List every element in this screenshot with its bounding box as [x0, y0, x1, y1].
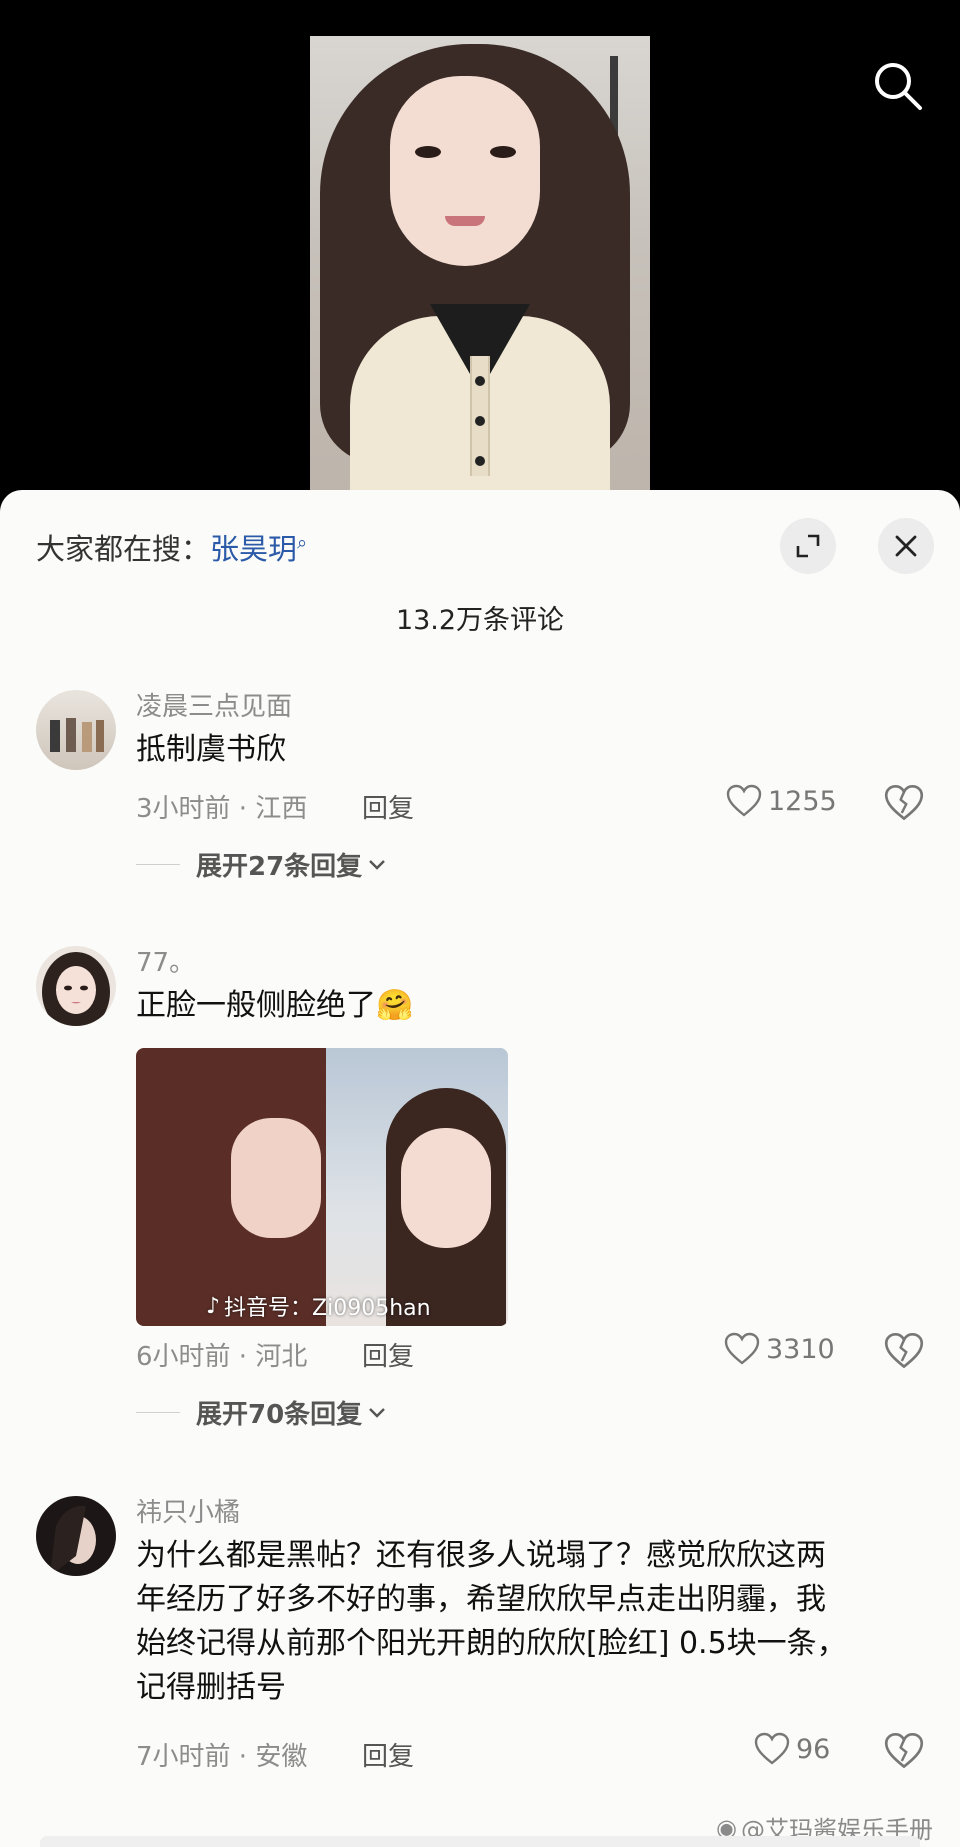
broken-heart-icon [884, 1732, 924, 1769]
video-person-lips [445, 216, 485, 226]
comment-image[interactable]: ♪ 抖音号：Zi0905han [136, 1048, 508, 1326]
comment-meta: 6小时前 · 河北 [136, 1342, 308, 1372]
comment-username[interactable]: 77。 [136, 942, 195, 979]
comment-input-bar[interactable] [40, 1836, 920, 1847]
dislike-button[interactable] [884, 1732, 924, 1772]
image-watermark-text: 抖音号：Zi0905han [224, 1296, 431, 1321]
like-button[interactable]: 3310 [724, 1332, 835, 1366]
divider-line [136, 1412, 180, 1413]
search-icon[interactable] [870, 58, 926, 114]
broken-heart-icon [884, 784, 924, 821]
video-person-eye [490, 146, 516, 158]
avatar[interactable] [36, 1496, 116, 1576]
comment-text: 正脸一般侧脸绝了🤗 [136, 988, 414, 1023]
comment-username[interactable]: 祎只小橘 [136, 1492, 240, 1529]
expand-replies-button[interactable]: 展开27条回复 [136, 846, 386, 883]
expand-replies-button[interactable]: 展开70条回复 [136, 1394, 386, 1431]
dislike-button[interactable] [884, 784, 924, 824]
comment-text: 抵制虞书欣 [136, 732, 286, 767]
hot-search-prefix: 大家都在搜： [36, 532, 211, 566]
like-button[interactable]: 96 [754, 1732, 830, 1766]
reply-button[interactable]: 回复 [362, 1736, 414, 1773]
fullscreen-button[interactable] [780, 518, 836, 574]
divider-line [136, 864, 180, 865]
expand-replies-label: 展开27条回复 [196, 852, 363, 882]
like-count: 1255 [768, 785, 837, 817]
close-button[interactable] [878, 518, 934, 574]
comment-text-line: 年经历了好多不好的事，希望欣欣早点走出阴霾，我 [136, 1582, 826, 1617]
close-icon [895, 535, 917, 557]
chevron-down-icon [369, 1407, 386, 1418]
search-small-icon: ⌕ [297, 532, 308, 554]
like-button[interactable]: 1255 [726, 784, 837, 818]
heart-icon [754, 1732, 790, 1765]
comment-text-line: 始终记得从前那个阳光开朗的欣欣[脸红] 0.5块一条， [136, 1626, 847, 1661]
reply-button[interactable]: 回复 [362, 788, 414, 825]
heart-icon [726, 784, 762, 817]
image-left-face [231, 1118, 321, 1238]
image-watermark: ♪ 抖音号：Zi0905han [206, 1290, 431, 1322]
broken-heart-icon [884, 1332, 924, 1369]
comment-text-line: 记得删括号 [136, 1670, 286, 1705]
like-count: 96 [796, 1733, 831, 1765]
hot-search-keyword[interactable]: 张昊玥 [210, 532, 297, 566]
shirt-button [475, 376, 485, 386]
image-right-face [401, 1128, 491, 1248]
video-player[interactable] [0, 0, 960, 500]
comment-count-title: 13.2万条评论 [395, 605, 565, 636]
expand-icon [796, 534, 820, 558]
video-person-eye [415, 146, 441, 158]
shirt-button [475, 456, 485, 466]
hot-search-bar[interactable]: 大家都在搜：张昊玥⌕ [36, 526, 307, 568]
comment-meta: 3小时前 · 江西 [136, 794, 308, 824]
comment-meta: 7小时前 · 安徽 [136, 1742, 308, 1772]
dislike-button[interactable] [884, 1332, 924, 1372]
comment-text-line: 为什么都是黑帖？还有很多人说塌了？感觉欣欣这两 [136, 1538, 826, 1573]
video-frame[interactable] [310, 36, 650, 500]
like-count: 3310 [766, 1333, 835, 1365]
video-person-face [390, 76, 540, 266]
avatar[interactable] [36, 946, 116, 1026]
reply-button[interactable]: 回复 [362, 1336, 414, 1373]
douyin-logo-icon: ♪ [206, 1293, 221, 1319]
avatar[interactable] [36, 690, 116, 770]
shirt-button [475, 416, 485, 426]
comment-username[interactable]: 凌晨三点见面 [136, 686, 292, 723]
comments-sheet: 大家都在搜：张昊玥⌕ 13.2万条评论 凌晨三点见面 抵制虞书欣 3小时前 · … [0, 490, 960, 1847]
expand-replies-label: 展开70条回复 [196, 1400, 363, 1430]
heart-icon [724, 1332, 760, 1365]
chevron-down-icon [369, 859, 386, 870]
